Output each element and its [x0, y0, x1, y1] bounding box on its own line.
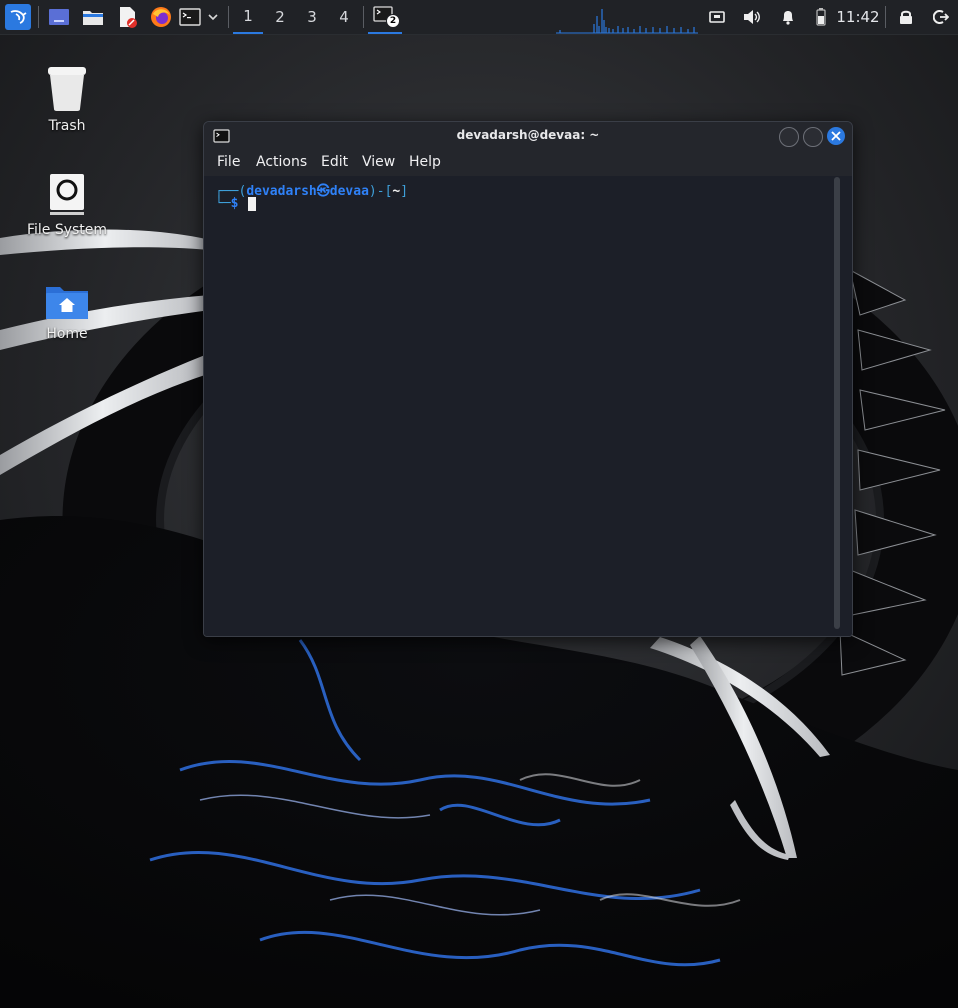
text-editor-icon — [120, 7, 137, 28]
network-manager-button[interactable] — [706, 0, 728, 34]
minimize-button[interactable] — [779, 127, 799, 147]
desktop-icon-label: File System — [26, 222, 108, 238]
network-wired-icon — [709, 11, 725, 23]
terminal-icon — [179, 8, 201, 26]
prompt-close-paren: )-[ — [368, 184, 393, 199]
battery-button[interactable] — [811, 0, 831, 34]
desktop-icon — [49, 9, 69, 25]
close-button[interactable] — [827, 127, 845, 145]
window-count-badge: 2 — [386, 14, 400, 28]
desktop-icon-label: Trash — [48, 118, 86, 134]
terminal-window: devadarsh@devaa: ~ File Actions Edit Vie… — [203, 121, 853, 637]
panel-separator — [363, 6, 364, 28]
menu-actions[interactable]: Actions — [256, 154, 307, 170]
clock[interactable]: 11:42 — [836, 0, 880, 34]
prompt-user: devadarsh — [246, 184, 317, 199]
close-icon — [831, 131, 841, 141]
bell-icon — [783, 11, 793, 25]
firefox-icon — [151, 7, 171, 27]
window-title: devadarsh@devaa: ~ — [456, 128, 600, 142]
window-titlebar[interactable]: devadarsh@devaa: ~ — [204, 122, 852, 150]
home-folder-icon — [46, 287, 88, 319]
folder-icon — [83, 11, 103, 25]
maximize-button[interactable] — [803, 127, 823, 147]
notifications-button[interactable] — [777, 0, 799, 34]
panel-separator — [38, 6, 39, 28]
workspace-1[interactable]: 1 — [233, 0, 263, 34]
kali-dragon-icon — [5, 4, 31, 30]
terminal-scrollbar[interactable] — [834, 177, 840, 629]
prompt-at-symbol: ㉿ — [316, 184, 330, 199]
workspace-3[interactable]: 3 — [297, 0, 327, 34]
text-editor-launcher[interactable] — [114, 0, 140, 34]
terminal-launcher-dropdown[interactable] — [204, 0, 222, 34]
logout-icon — [933, 10, 949, 24]
application-menu-button[interactable] — [4, 0, 32, 34]
workspace-4[interactable]: 4 — [329, 0, 359, 34]
terminal-menubar: File Actions Edit View Help — [204, 150, 852, 176]
workspace-2[interactable]: 2 — [265, 0, 295, 34]
menu-edit[interactable]: Edit — [321, 154, 348, 170]
firefox-launcher[interactable] — [148, 0, 174, 34]
desktop-icon-home[interactable]: Home — [12, 264, 122, 342]
prompt-line-2: └─$ — [215, 196, 257, 211]
lock-screen-button[interactable] — [895, 0, 917, 34]
terminal-launcher[interactable] — [178, 0, 202, 34]
menu-help[interactable]: Help — [409, 154, 441, 170]
logout-button[interactable] — [929, 0, 953, 34]
network-activity-graph — [556, 9, 698, 34]
lock-icon — [900, 10, 912, 24]
menu-file[interactable]: File — [217, 154, 240, 170]
prompt-symbol: $ — [230, 196, 239, 211]
prompt-host: devaa — [329, 184, 369, 199]
trash-icon — [48, 67, 86, 111]
desktop-icon-file-system[interactable]: File System — [12, 160, 122, 238]
file-manager-launcher[interactable] — [80, 0, 106, 34]
terminal-output-area[interactable]: ┌──(devadarsh㉿devaa)-[~] └─$ — [204, 176, 852, 636]
volume-button[interactable] — [740, 0, 764, 34]
text-cursor — [248, 196, 257, 211]
panel-separator — [228, 6, 229, 28]
show-desktop-button[interactable] — [46, 0, 72, 34]
panel-separator — [885, 6, 886, 28]
speaker-icon — [744, 10, 760, 24]
menu-view[interactable]: View — [362, 154, 395, 170]
chevron-down-icon — [208, 14, 218, 21]
top-panel: 1 2 3 4 2 11:42 — [0, 0, 958, 35]
drive-icon — [50, 174, 84, 215]
taskbar-terminal-button[interactable]: 2 — [368, 0, 402, 34]
prompt-corner-bottom: └─ — [215, 196, 231, 211]
battery-icon — [816, 8, 826, 26]
desktop-icon-label: Home — [46, 326, 88, 342]
prompt-close-bracket: ] — [400, 184, 409, 199]
desktop-icon-trash[interactable]: Trash — [12, 56, 122, 134]
